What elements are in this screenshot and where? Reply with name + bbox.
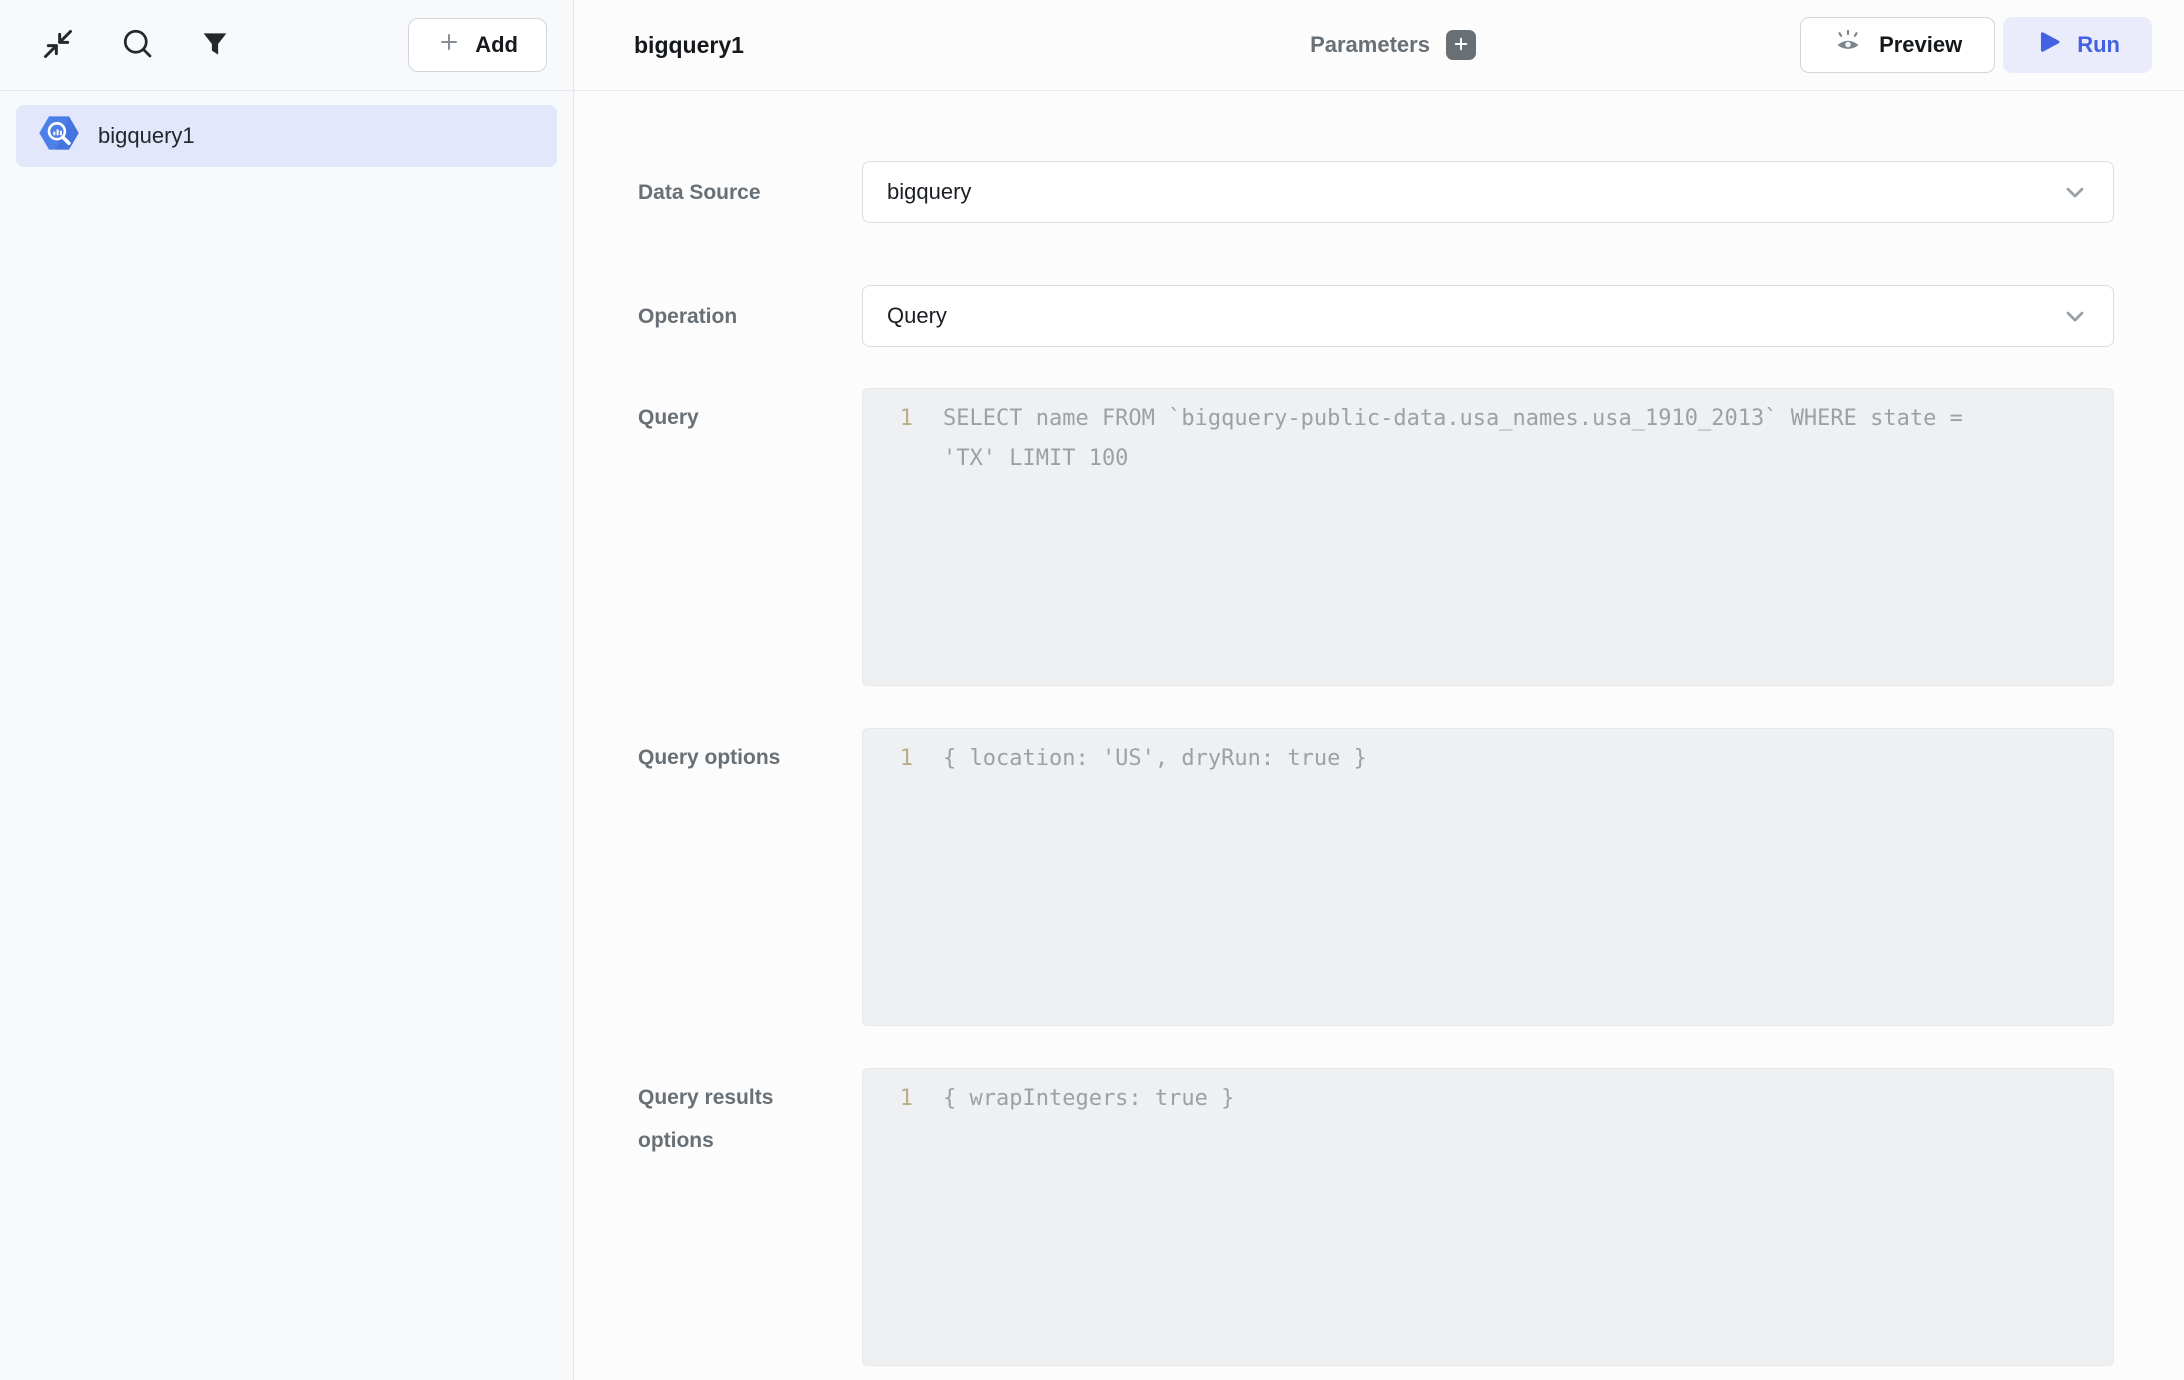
operation-select[interactable]: Query: [862, 285, 2114, 347]
search-button[interactable]: [120, 26, 156, 65]
operation-label: Operation: [638, 295, 862, 338]
operation-value: Query: [887, 303, 947, 329]
query-results-options-label: Query results options: [638, 1068, 862, 1162]
query-sidebar: Add bigquery1: [0, 0, 574, 1380]
add-button-label: Add: [475, 32, 518, 58]
collapse-icon: [38, 24, 78, 67]
chevron-down-icon: [2061, 178, 2089, 206]
run-button-label: Run: [2077, 32, 2120, 58]
preview-button-label: Preview: [1879, 32, 1962, 58]
query-list-item-bigquery1[interactable]: bigquery1: [16, 105, 557, 167]
data-source-value: bigquery: [887, 179, 971, 205]
data-source-row: Data Source bigquery: [638, 161, 2114, 223]
code-text: SELECT name FROM `bigquery-public-data.u…: [913, 399, 1963, 439]
plus-icon: [437, 30, 461, 60]
run-button[interactable]: Run: [2003, 17, 2152, 73]
data-source-label: Data Source: [638, 171, 862, 214]
search-icon: [120, 26, 156, 65]
filter-button[interactable]: [198, 27, 232, 64]
line-number: [863, 439, 913, 479]
sidebar-toolbar: Add: [0, 0, 573, 91]
data-source-select[interactable]: bigquery: [862, 161, 2114, 223]
query-list: bigquery1: [0, 91, 573, 181]
query-form: Data Source bigquery Operation: [574, 91, 2184, 1366]
code-line: 1 { wrapIntegers: true }: [863, 1079, 2113, 1119]
code-line: 1 { location: 'US', dryRun: true }: [863, 739, 2113, 779]
code-line: 'TX' LIMIT 100: [863, 439, 2113, 479]
line-number: 1: [863, 1079, 913, 1119]
code-text: { wrapIntegers: true }: [913, 1079, 1234, 1119]
query-options-row: Query options 1 { location: 'US', dryRun…: [638, 728, 2114, 1026]
parameters-label: Parameters: [1310, 32, 1430, 58]
code-text: 'TX' LIMIT 100: [913, 439, 1128, 479]
code-line: 1 SELECT name FROM `bigquery-public-data…: [863, 399, 2113, 439]
query-code-editor[interactable]: 1 SELECT name FROM `bigquery-public-data…: [862, 388, 2114, 686]
collapse-sidebar-button[interactable]: [38, 24, 78, 67]
code-text: { location: 'US', dryRun: true }: [913, 739, 1367, 779]
query-label: Query: [638, 388, 862, 439]
add-parameter-button[interactable]: [1446, 30, 1476, 60]
query-options-label: Query options: [638, 728, 862, 779]
line-number: 1: [863, 739, 913, 779]
query-row: Query 1 SELECT name FROM `bigquery-publi…: [638, 388, 2114, 686]
query-results-options-row: Query results options 1 { wrapIntegers: …: [638, 1068, 2114, 1366]
eye-icon: [1833, 27, 1863, 63]
parameters-section: Parameters: [1310, 30, 1476, 60]
play-icon: [2035, 29, 2061, 61]
page-title: bigquery1: [634, 32, 744, 59]
chevron-down-icon: [2061, 302, 2089, 330]
query-results-options-editor[interactable]: 1 { wrapIntegers: true }: [862, 1068, 2114, 1366]
plus-icon: [1452, 35, 1470, 56]
query-editor-panel: bigquery1 Parameters: [574, 0, 2184, 1380]
preview-button[interactable]: Preview: [1800, 17, 1995, 73]
add-query-button[interactable]: Add: [408, 18, 547, 72]
query-options-editor[interactable]: 1 { location: 'US', dryRun: true }: [862, 728, 2114, 1026]
filter-icon: [198, 27, 232, 64]
operation-row: Operation Query: [638, 285, 2114, 347]
query-editor-header: bigquery1 Parameters: [574, 0, 2184, 91]
app-window: Add bigquery1: [0, 0, 2184, 1380]
bigquery-icon: [38, 114, 80, 158]
line-number: 1: [863, 399, 913, 439]
query-item-label: bigquery1: [98, 123, 195, 149]
